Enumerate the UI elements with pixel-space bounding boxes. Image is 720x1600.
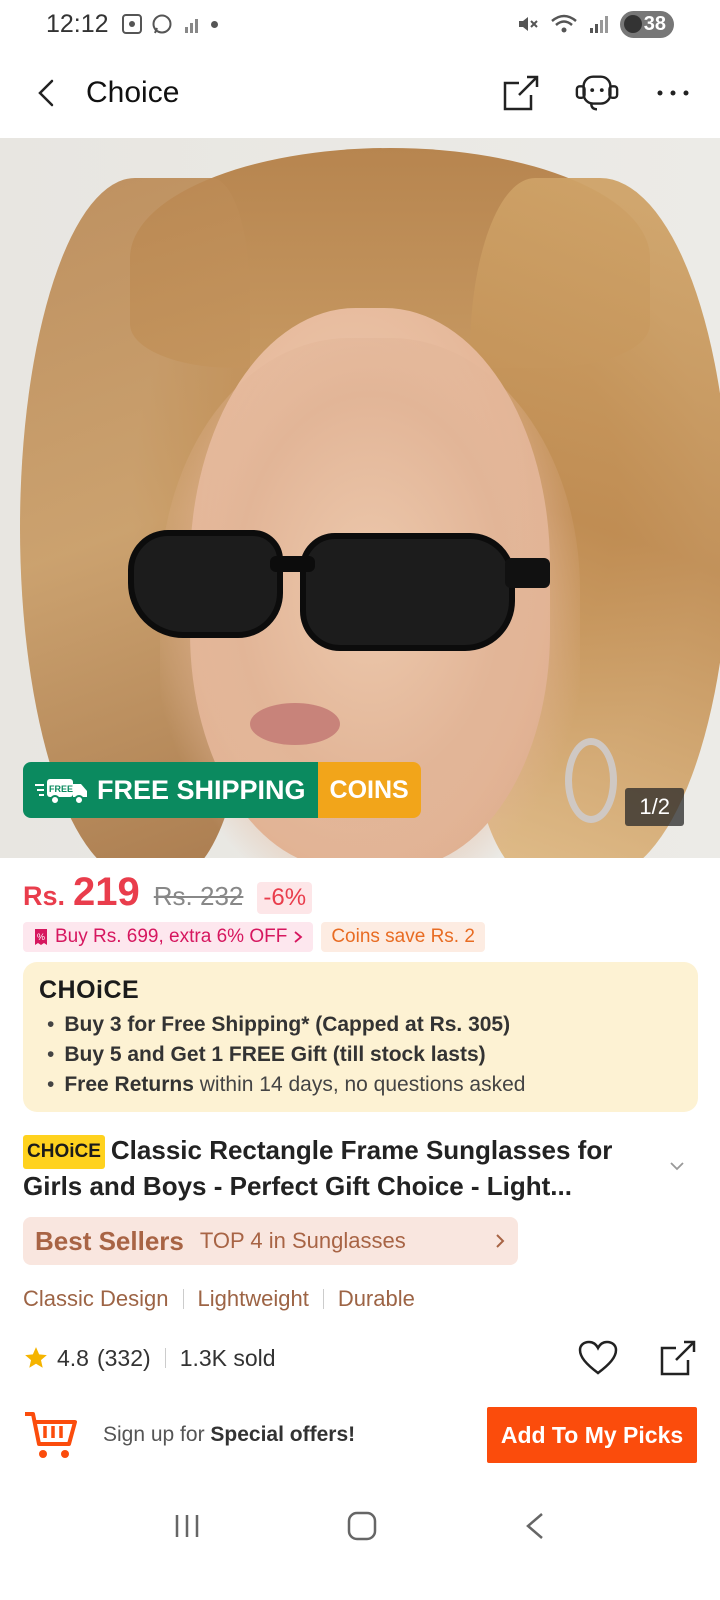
feature-tag: Classic Design bbox=[23, 1286, 169, 1311]
choice-benefits-list: • Buy 3 for Free Shipping* (Capped at Rs.… bbox=[39, 1013, 682, 1097]
delivery-truck-icon: FREE bbox=[35, 779, 87, 805]
share-icon[interactable] bbox=[658, 1338, 698, 1378]
price-row: Rs. 219 Rs. 232 -6% bbox=[23, 870, 313, 915]
rating-count[interactable]: (332) bbox=[97, 1345, 151, 1372]
back-button[interactable] bbox=[24, 70, 70, 116]
svg-text:%: % bbox=[37, 932, 45, 942]
dot-icon bbox=[210, 20, 218, 28]
current-price: 219 bbox=[73, 870, 140, 914]
battery-saver-icon bbox=[623, 15, 642, 33]
sunglasses-temple bbox=[505, 558, 550, 588]
cart-icon[interactable] bbox=[23, 1408, 79, 1462]
product-title-text: Classic Rectangle Frame Sunglasses for G… bbox=[23, 1135, 613, 1201]
chevron-left-icon bbox=[38, 79, 54, 107]
system-nav-bar bbox=[0, 1496, 720, 1556]
price-currency: Rs. bbox=[23, 881, 66, 911]
image-earring bbox=[565, 738, 617, 823]
product-title[interactable]: CHOiCE Classic Rectangle Frame Sunglasses… bbox=[23, 1133, 663, 1203]
whatsapp-icon bbox=[152, 14, 172, 34]
bottom-action-bar: Sign up for Special offers! Add To My Pi… bbox=[0, 1400, 720, 1470]
sunglasses-bridge bbox=[270, 556, 315, 572]
original-price: Rs. 232 bbox=[153, 881, 244, 911]
sold-count: 1.3K sold bbox=[179, 1344, 276, 1371]
choice-benefit-item: • Free Returns within 14 days, no questio… bbox=[47, 1073, 526, 1096]
product-image[interactable] bbox=[0, 138, 720, 858]
choice-benefits-box[interactable]: CHOiCE • Buy 3 for Free Shipping* (Capped… bbox=[23, 962, 698, 1112]
star-icon bbox=[25, 1347, 47, 1368]
rating-score[interactable]: 4.8 bbox=[57, 1345, 89, 1372]
extra-off-promo[interactable]: % Buy Rs. 699, extra 6% OFF bbox=[23, 922, 314, 952]
svg-text:FREE: FREE bbox=[49, 784, 73, 794]
signal-icon bbox=[589, 16, 608, 33]
discount-badge: -6% bbox=[257, 882, 313, 914]
feature-tags: Classic Design Lightweight Durable bbox=[23, 1286, 415, 1312]
back-nav-icon[interactable] bbox=[522, 1510, 548, 1542]
wifi-icon bbox=[550, 14, 577, 33]
coins-label: COINS bbox=[329, 775, 409, 804]
choice-tag: CHOiCE bbox=[23, 1135, 105, 1169]
divider bbox=[322, 1289, 324, 1309]
battery-indicator: 38 bbox=[619, 10, 674, 38]
notification-icons bbox=[121, 13, 218, 35]
mute-icon bbox=[518, 17, 538, 31]
home-icon[interactable] bbox=[346, 1510, 378, 1542]
customer-service-button[interactable] bbox=[574, 70, 620, 116]
free-shipping-badge: FREE FREE SHIPPING COINS bbox=[23, 762, 421, 818]
divider bbox=[182, 1289, 184, 1309]
choice-logo: CHOiCE bbox=[39, 976, 140, 1004]
choice-benefit-item: • Buy 5 and Get 1 FREE Gift (till stock l… bbox=[47, 1043, 486, 1066]
best-sellers-label: Best Sellers bbox=[35, 1225, 184, 1256]
coupon-icon: % bbox=[35, 929, 47, 945]
share-button[interactable] bbox=[498, 70, 544, 116]
image-lips bbox=[250, 703, 340, 745]
recent-apps-icon[interactable] bbox=[172, 1511, 202, 1541]
sunglasses-lens-right bbox=[300, 533, 515, 651]
share-icon bbox=[503, 75, 539, 111]
promo-row: % Buy Rs. 699, extra 6% OFF Coins save R… bbox=[23, 922, 485, 952]
feature-tag: Durable bbox=[337, 1286, 415, 1311]
headset-icon bbox=[575, 75, 619, 111]
no-signal-icon bbox=[184, 19, 198, 33]
best-sellers-banner[interactable]: Best Sellers TOP 4 in Sunglasses bbox=[23, 1217, 518, 1265]
chevron-down-icon[interactable] bbox=[666, 1155, 688, 1177]
rating-row: 4.8 (332) 1.3K sold bbox=[23, 1338, 698, 1378]
more-options-button[interactable] bbox=[650, 70, 696, 116]
page-title: Choice bbox=[86, 76, 180, 109]
status-bar: 12:12 38 bbox=[0, 0, 720, 48]
feature-tag: Lightweight bbox=[197, 1286, 309, 1311]
choice-benefit-item: • Buy 3 for Free Shipping* (Capped at Rs.… bbox=[47, 1013, 511, 1036]
best-sellers-rank: TOP 4 in Sunglasses bbox=[199, 1228, 406, 1253]
divider bbox=[164, 1348, 166, 1368]
coins-save-chip: Coins save Rs. 2 bbox=[321, 922, 485, 952]
image-counter: 1/2 bbox=[625, 788, 684, 826]
free-shipping-label: FREE SHIPPING bbox=[97, 774, 306, 805]
heart-icon[interactable] bbox=[578, 1340, 618, 1376]
sunglasses-lens-left bbox=[128, 530, 283, 638]
status-time: 12:12 bbox=[46, 9, 109, 38]
add-to-picks-button[interactable]: Add To My Picks bbox=[487, 1407, 697, 1463]
signup-offer-text[interactable]: Sign up for Special offers! bbox=[103, 1423, 355, 1447]
more-dots-icon bbox=[657, 90, 689, 96]
extra-off-text: Buy Rs. 699, extra 6% OFF bbox=[55, 926, 288, 947]
chevron-right-icon bbox=[294, 931, 303, 943]
chevron-right-icon bbox=[496, 1234, 505, 1248]
screenshot-icon bbox=[121, 14, 142, 34]
app-header: Choice bbox=[0, 48, 720, 138]
